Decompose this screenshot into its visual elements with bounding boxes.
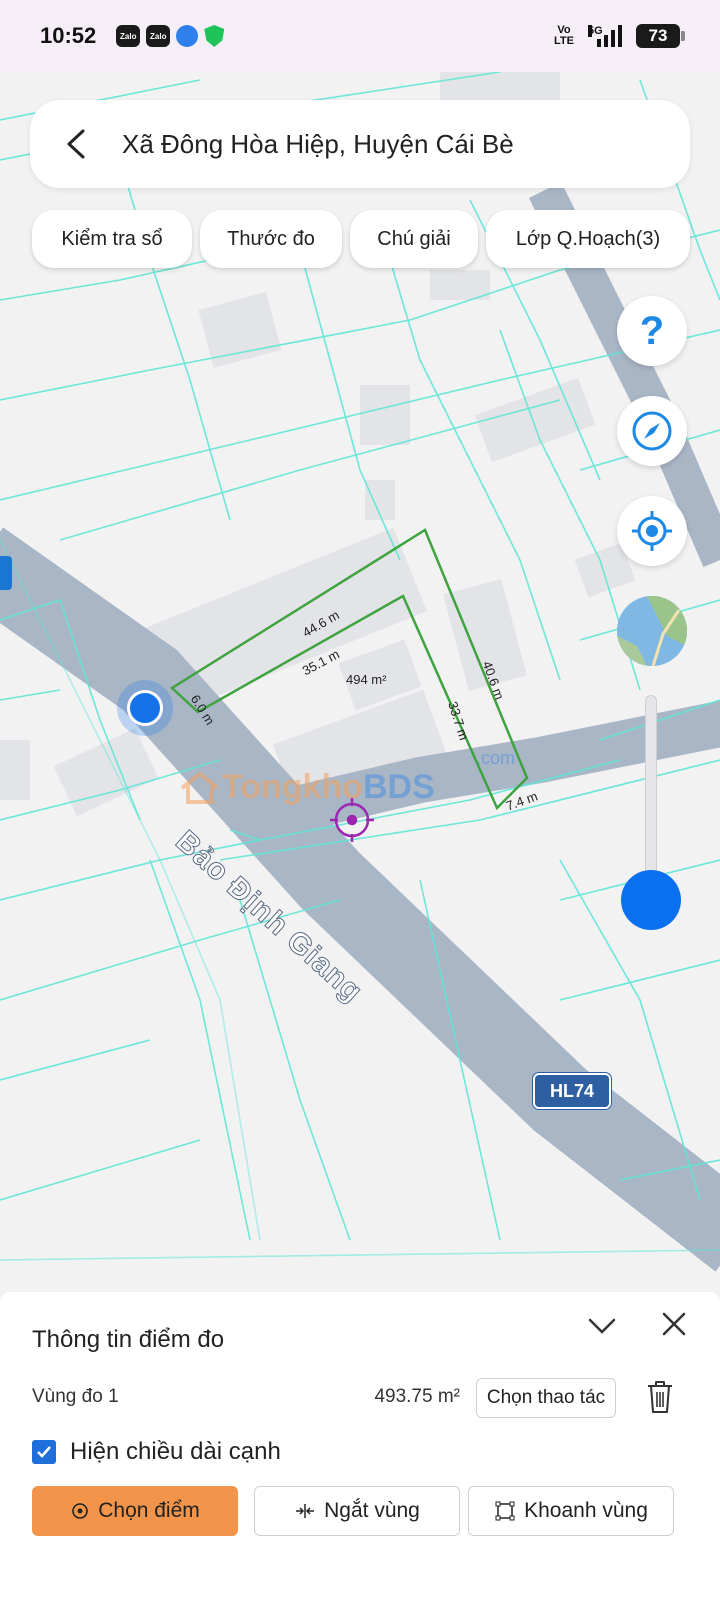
- crosshair-icon: [72, 1503, 89, 1519]
- show-lengths-checkbox[interactable]: [32, 1440, 56, 1464]
- compass-button[interactable]: [617, 396, 687, 466]
- enclose-area-label: Khoanh vùng: [524, 1499, 648, 1522]
- zalo-icon: Zalo: [146, 25, 171, 47]
- edge-label-right-inner: 33.7 m: [445, 700, 472, 742]
- security-shield-icon: [204, 25, 225, 47]
- pick-point-label: Chọn điểm: [98, 1499, 200, 1522]
- help-icon: ?: [639, 308, 665, 353]
- watermark: Tongkho BDS .com: [178, 748, 515, 807]
- parcel-area-label: 494 m²: [346, 672, 387, 687]
- satellite-layer-icon: [617, 596, 687, 666]
- current-location-dot: [127, 690, 163, 726]
- break-area-label: Ngắt vùng: [324, 1499, 420, 1522]
- split-icon: [296, 1504, 315, 1518]
- polygon-select-icon: [495, 1501, 515, 1521]
- watermark-suffix: .com: [476, 748, 516, 768]
- pick-point-button[interactable]: Chọn điểm: [32, 1486, 238, 1536]
- location-header[interactable]: Xã Đông Hòa Hiệp, Huyện Cái Bè: [30, 100, 690, 188]
- chip-check-book[interactable]: Kiểm tra sổ: [32, 210, 192, 268]
- chip-planning-layer[interactable]: Lớp Q.Hoạch(3): [486, 210, 690, 268]
- zalo-icon: Zalo: [116, 25, 141, 47]
- panel-title: Thông tin điểm đo: [32, 1326, 225, 1353]
- watermark-text-b: BDS: [363, 768, 435, 806]
- route-badge: HL74: [533, 1073, 611, 1109]
- browser-icon: [176, 25, 199, 47]
- status-bar: 10:52 Zalo Zalo Vo LTE 5G 73: [0, 0, 720, 72]
- measure-area-value: 493.75 m²: [374, 1386, 460, 1407]
- edge-tab-icon[interactable]: [0, 556, 12, 590]
- chevron-down-icon[interactable]: [586, 1310, 618, 1342]
- measure-area-name: Vùng đo 1: [32, 1386, 119, 1407]
- zoom-slider[interactable]: [645, 695, 657, 885]
- help-button[interactable]: ?: [617, 296, 687, 366]
- chip-ruler[interactable]: Thước đo: [200, 210, 342, 268]
- network-type: 5G: [588, 25, 603, 37]
- show-lengths-label: Hiện chiều dài cạnh: [70, 1438, 281, 1465]
- tool-chips: Kiểm tra sổ Thước đo Chú giải Lớp Q.Hoạc…: [32, 210, 690, 268]
- show-lengths-row[interactable]: Hiện chiều dài cạnh: [32, 1438, 281, 1466]
- zoom-slider-handle[interactable]: [621, 870, 681, 930]
- measure-info-panel: Thông tin điểm đo Vùng đo 1 493.75 m² Ch…: [0, 1292, 720, 1600]
- watermark-house-icon: [180, 770, 220, 804]
- volte-indicator: Vo LTE: [554, 24, 574, 47]
- compass-icon: [632, 411, 672, 451]
- watermark-text-a: Tongkho: [222, 768, 363, 806]
- checkmark-icon: [37, 1446, 51, 1458]
- location-title: Xã Đông Hòa Hiệp, Huyện Cái Bè: [122, 128, 514, 159]
- break-area-button[interactable]: Ngắt vùng: [254, 1486, 460, 1536]
- my-location-icon: [632, 511, 672, 551]
- enclose-area-button[interactable]: Khoanh vùng: [468, 1486, 674, 1536]
- my-location-button[interactable]: [617, 496, 687, 566]
- status-indicators: Vo LTE 5G 73: [554, 24, 685, 48]
- notification-icons: Zalo Zalo: [116, 25, 225, 47]
- close-icon[interactable]: [658, 1308, 690, 1340]
- signal-icon: 5G: [588, 25, 622, 47]
- choose-action-button[interactable]: Chọn thao tác: [476, 1378, 616, 1418]
- status-time: 10:52: [40, 23, 97, 48]
- satellite-layer-button[interactable]: [617, 596, 687, 666]
- back-icon[interactable]: [56, 124, 96, 164]
- trash-icon[interactable]: [646, 1380, 674, 1414]
- chip-legend[interactable]: Chú giải: [350, 210, 478, 268]
- battery-icon: 73: [636, 24, 685, 48]
